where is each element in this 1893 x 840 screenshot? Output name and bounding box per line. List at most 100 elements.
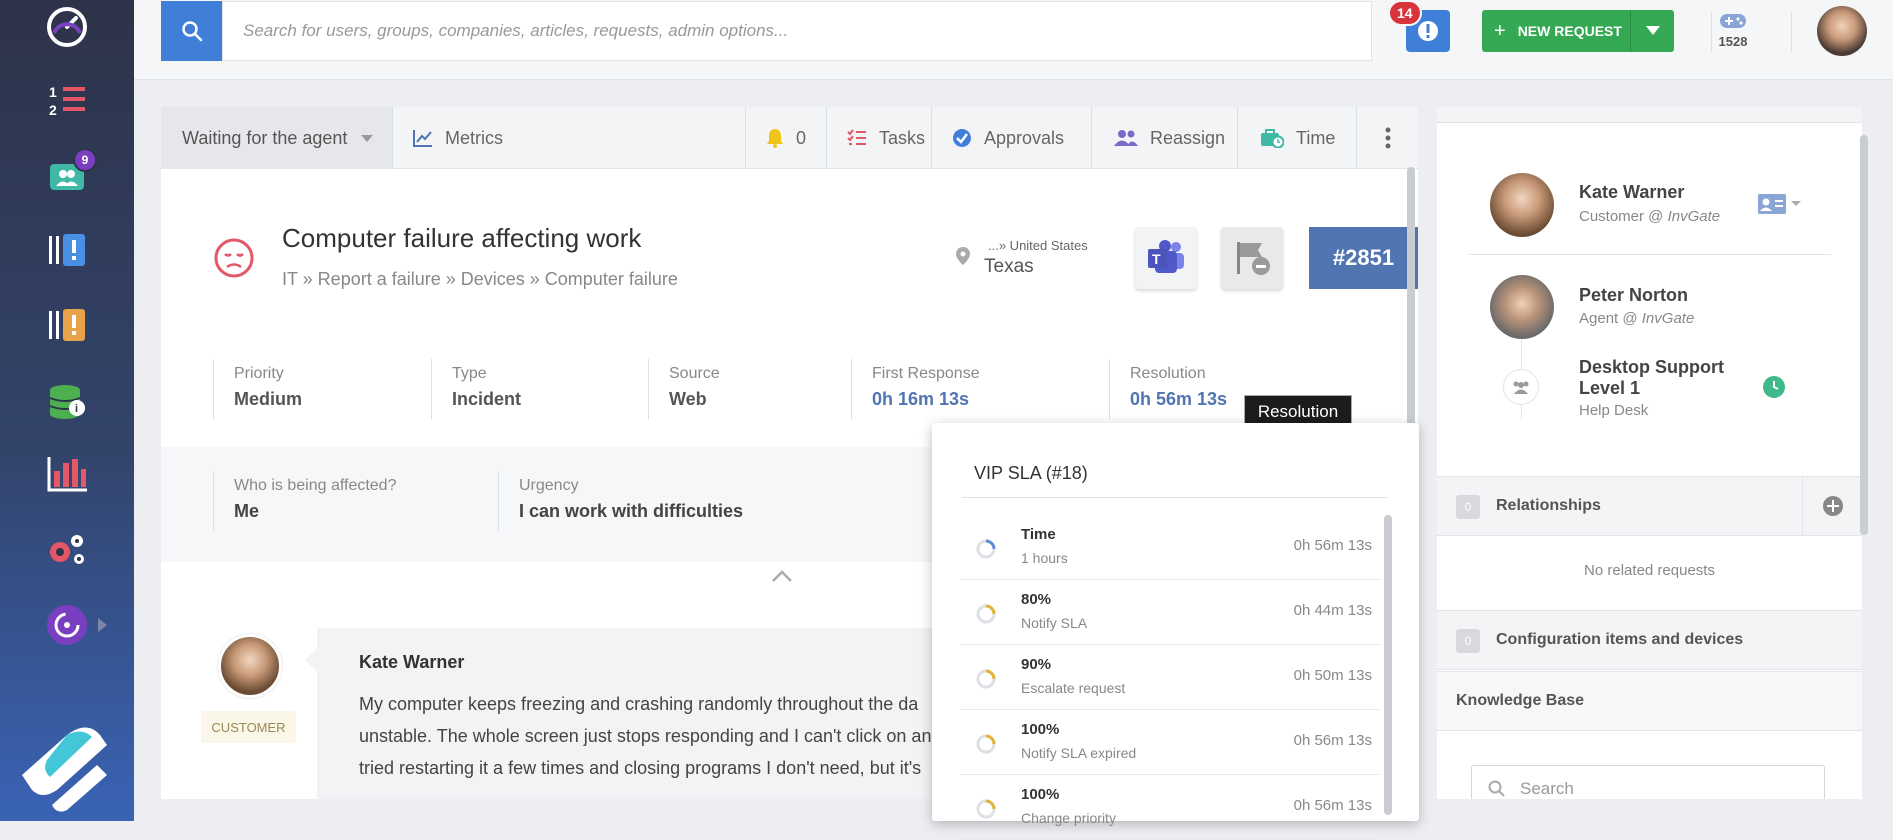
group-users-icon <box>1503 369 1539 405</box>
search-icon <box>181 21 202 42</box>
message-author: Kate Warner <box>359 652 465 672</box>
customer-role: Customer @ InvGate <box>1579 208 1721 225</box>
sla-row: 100% Notify SLA expired 0h 56m 13s <box>960 710 1380 775</box>
divider <box>1469 254 1831 255</box>
knowledge-base-section[interactable]: Knowledge Base <box>1437 671 1862 731</box>
field-affected: Who is being affected? Me <box>213 471 396 531</box>
sla-row-name: 100% <box>1021 786 1060 803</box>
tasks-button[interactable]: Tasks <box>826 107 931 169</box>
property-value: Incident <box>452 389 522 409</box>
metrics-button[interactable]: Metrics <box>393 107 688 169</box>
divider <box>962 497 1388 498</box>
exclamation-icon <box>1418 21 1438 41</box>
user-avatar[interactable] <box>1817 6 1867 56</box>
message-text: My computer keeps freezing and crashing … <box>359 688 959 784</box>
line-chart-icon <box>413 130 432 147</box>
customer-name[interactable]: Kate Warner <box>1579 182 1684 203</box>
sla-row-time: 0h 56m 13s <box>1293 537 1372 554</box>
approvals-button[interactable]: Approvals <box>931 107 1064 169</box>
sla-progress-icon <box>976 734 996 754</box>
flag-button[interactable] <box>1221 227 1283 289</box>
sla-row-time: 0h 44m 13s <box>1293 602 1372 619</box>
settings-gears-icon[interactable] <box>45 528 89 572</box>
groups-icon[interactable]: 9 <box>45 148 97 198</box>
divider <box>1791 12 1792 52</box>
problems-icon[interactable] <box>45 303 89 347</box>
notifications-button[interactable]: 0 <box>745 107 827 169</box>
sla-row-time: 0h 56m 13s <box>1293 732 1372 749</box>
property-key: First Response <box>872 365 980 382</box>
category-breadcrumb: IT » Report a failure » Devices » Comput… <box>282 269 678 289</box>
message-line: unstable. The whole screen just stops re… <box>359 726 932 746</box>
more-options-button[interactable] <box>1356 107 1418 169</box>
relationships-section[interactable]: 0 Relationships <box>1437 476 1862 536</box>
plus-circle-icon <box>1822 496 1843 516</box>
search-button[interactable] <box>161 1 222 61</box>
bell-icon <box>767 129 783 148</box>
relationships-label: Relationships <box>1496 497 1601 514</box>
sla-row-time: 0h 56m 13s <box>1293 797 1372 814</box>
sla-row-desc: Escalate request <box>1021 680 1126 696</box>
reassign-button[interactable]: Reassign <box>1091 107 1231 169</box>
tasks-label: Tasks <box>879 127 926 148</box>
sla-row-time: 0h 50m 13s <box>1293 667 1372 684</box>
state-dropdown[interactable]: Waiting for the agent <box>161 107 393 169</box>
check-circle-icon <box>952 129 971 147</box>
property-key: Source <box>669 365 720 382</box>
property-first-response[interactable]: First Response 0h 16m 13s <box>851 359 1091 419</box>
customer-avatar[interactable] <box>1490 173 1554 237</box>
expand-arrow-icon[interactable] <box>98 618 107 632</box>
collapse-chevron-icon[interactable] <box>771 569 793 583</box>
sad-face-icon <box>213 237 255 279</box>
global-search-input[interactable]: Search for users, groups, companies, art… <box>222 1 1372 61</box>
caret-down-icon <box>1645 26 1660 35</box>
new-request-dropdown[interactable] <box>1630 10 1674 52</box>
state-label: Waiting for the agent <box>182 127 348 148</box>
clock-status-icon <box>1762 375 1786 399</box>
property-value[interactable]: 0h 16m 13s <box>872 389 1091 410</box>
field-urgency: Urgency I can work with difficulties <box>498 471 743 531</box>
location-pin-icon <box>956 247 970 265</box>
group-name[interactable]: Desktop Support Level 1 <box>1579 357 1724 399</box>
svg-text:1: 1 <box>49 84 57 100</box>
no-related-text: No related requests <box>1584 562 1715 579</box>
property-type: Type Incident <box>431 359 631 419</box>
time-button[interactable]: Time <box>1237 107 1357 169</box>
sidebar: 12 9 i <box>0 0 134 821</box>
agent-name[interactable]: Peter Norton <box>1579 285 1688 306</box>
sla-row-name: 100% <box>1021 721 1060 738</box>
sla-row: 90% Escalate request 0h 50m 13s <box>960 645 1380 710</box>
sla-row: 100% Change priority 0h 56m 13s <box>960 775 1380 840</box>
agent-avatar[interactable] <box>1490 275 1554 339</box>
database-info-icon[interactable]: i <box>45 380 89 424</box>
location-state: Texas <box>984 256 1034 277</box>
insight-app-icon[interactable] <box>45 603 89 647</box>
sla-row-name: Time <box>1021 526 1056 543</box>
incidents-icon[interactable] <box>45 228 89 272</box>
property-key: Priority <box>234 365 284 382</box>
contact-card-icon[interactable] <box>1757 193 1803 215</box>
notifications-count: 0 <box>796 127 807 148</box>
reports-chart-icon[interactable] <box>45 452 89 496</box>
property-key: Resolution <box>1130 365 1206 382</box>
vertical-dots-icon <box>1385 127 1390 149</box>
ticket-title: Computer failure affecting work <box>282 223 642 253</box>
configuration-items-section[interactable]: 0 Configuration items and devices <box>1437 610 1862 670</box>
field-key: Who is being affected? <box>234 477 397 494</box>
add-relationship-button[interactable] <box>1802 477 1862 535</box>
sla-popup-scrollbar[interactable] <box>1384 515 1392 815</box>
caret-down-icon <box>361 134 374 142</box>
teams-button[interactable]: T <box>1135 227 1197 289</box>
kb-search-input[interactable]: Search <box>1471 765 1825 799</box>
briefcase-clock-icon <box>1261 129 1284 148</box>
sla-row-name: 90% <box>1021 656 1052 673</box>
gamification-points[interactable]: 1528 <box>1708 12 1758 49</box>
right-panel-scrollbar[interactable] <box>1860 135 1868 535</box>
new-request-button[interactable]: + NEW REQUEST <box>1482 10 1674 52</box>
ticket-id: #2851 <box>1309 227 1418 289</box>
requests-list-icon[interactable]: 12 <box>45 78 89 122</box>
field-value: Me <box>234 501 260 521</box>
sla-row-desc: Change priority <box>1021 810 1116 826</box>
property-priority: Priority Medium <box>213 359 413 419</box>
dashboard-icon[interactable] <box>45 5 89 49</box>
